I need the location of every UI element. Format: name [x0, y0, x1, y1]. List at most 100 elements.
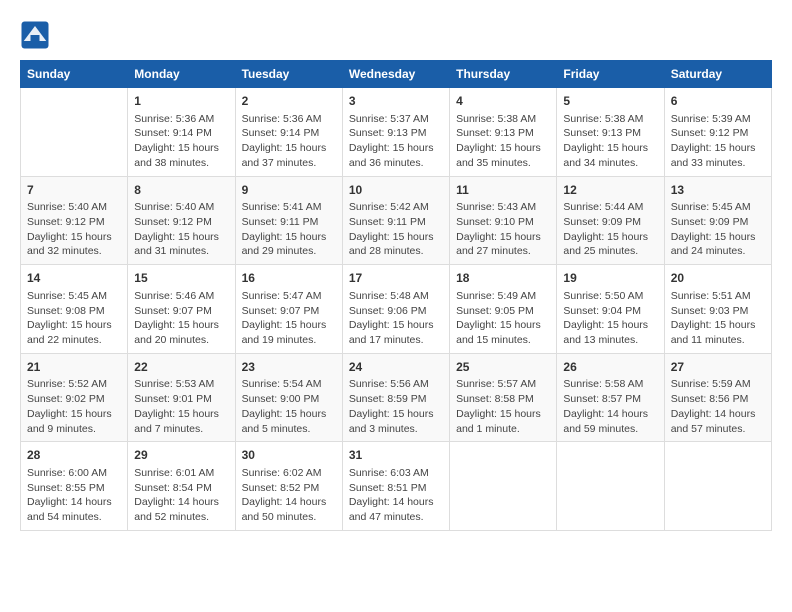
cell-content: Sunrise: 5:45 AM Sunset: 9:09 PM Dayligh… [671, 200, 765, 259]
calendar-cell: 29 Sunrise: 6:01 AM Sunset: 8:54 PM Dayli… [128, 442, 235, 531]
calendar-table: SundayMondayTuesdayWednesdayThursdayFrid… [20, 60, 772, 531]
logo [20, 20, 54, 50]
cell-content: Sunrise: 5:54 AM Sunset: 9:00 PM Dayligh… [242, 377, 336, 436]
day-number: 3 [349, 93, 443, 110]
calendar-cell: 30Sunrise: 6:02 AM Sunset: 8:52 PM Dayli… [235, 442, 342, 531]
day-number: 30 [242, 447, 336, 464]
cell-content: Sunrise: 5:38 AM Sunset: 9:13 PM Dayligh… [563, 112, 657, 171]
day-number: 16 [242, 270, 336, 287]
cell-content: Sunrise: 5:41 AM Sunset: 9:11 PM Dayligh… [242, 200, 336, 259]
cell-content: Sunrise: 5:50 AM Sunset: 9:04 PM Dayligh… [563, 289, 657, 348]
calendar-cell [21, 88, 128, 177]
day-number: 21 [27, 359, 121, 376]
day-number: 26 [563, 359, 657, 376]
calendar-cell: 27Sunrise: 5:59 AM Sunset: 8:56 PM Dayli… [664, 353, 771, 442]
calendar-cell: 18 Sunrise: 5:49 AM Sunset: 9:05 PM Dayli… [450, 265, 557, 354]
column-header-thursday: Thursday [450, 61, 557, 88]
day-number: 29 [134, 447, 228, 464]
day-number: 4 [456, 93, 550, 110]
cell-content: Sunrise: 5:52 AM Sunset: 9:02 PM Dayligh… [27, 377, 121, 436]
calendar-cell: 26Sunrise: 5:58 AM Sunset: 8:57 PM Dayli… [557, 353, 664, 442]
day-number: 7 [27, 182, 121, 199]
day-number: 11 [456, 182, 550, 199]
cell-content: Sunrise: 6:03 AM Sunset: 8:51 PM Dayligh… [349, 466, 443, 525]
cell-content: Sunrise: 6:00 AM Sunset: 8:55 PM Dayligh… [27, 466, 121, 525]
calendar-cell: 23Sunrise: 5:54 AM Sunset: 9:00 PM Dayli… [235, 353, 342, 442]
day-number: 13 [671, 182, 765, 199]
cell-content: Sunrise: 5:51 AM Sunset: 9:03 PM Dayligh… [671, 289, 765, 348]
column-header-friday: Friday [557, 61, 664, 88]
calendar-week-row: 14 Sunrise: 5:45 AM Sunset: 9:08 PM Dayli… [21, 265, 772, 354]
day-number: 1 [134, 93, 228, 110]
cell-content: Sunrise: 5:38 AM Sunset: 9:13 PM Dayligh… [456, 112, 550, 171]
calendar-week-row: 1 Sunrise: 5:36 AM Sunset: 9:14 PM Daylig… [21, 88, 772, 177]
calendar-week-row: 7Sunrise: 5:40 AM Sunset: 9:12 PM Daylig… [21, 176, 772, 265]
calendar-cell: 19Sunrise: 5:50 AM Sunset: 9:04 PM Dayli… [557, 265, 664, 354]
calendar-cell: 20Sunrise: 5:51 AM Sunset: 9:03 PM Dayli… [664, 265, 771, 354]
day-number: 8 [134, 182, 228, 199]
day-number: 6 [671, 93, 765, 110]
cell-content: Sunrise: 5:46 AM Sunset: 9:07 PM Dayligh… [134, 289, 228, 348]
day-number: 28 [27, 447, 121, 464]
day-number: 10 [349, 182, 443, 199]
column-header-sunday: Sunday [21, 61, 128, 88]
column-header-wednesday: Wednesday [342, 61, 449, 88]
cell-content: Sunrise: 5:45 AM Sunset: 9:08 PM Dayligh… [27, 289, 121, 348]
calendar-cell [664, 442, 771, 531]
cell-content: Sunrise: 5:47 AM Sunset: 9:07 PM Dayligh… [242, 289, 336, 348]
cell-content: Sunrise: 6:01 AM Sunset: 8:54 PM Dayligh… [134, 466, 228, 525]
calendar-cell: 31 Sunrise: 6:03 AM Sunset: 8:51 PM Dayli… [342, 442, 449, 531]
calendar-cell: 8Sunrise: 5:40 AM Sunset: 9:12 PM Daylig… [128, 176, 235, 265]
calendar-cell: 1Sunrise: 5:36 AM Sunset: 9:14 PM Daylig… [128, 88, 235, 177]
calendar-cell: 16 Sunrise: 5:47 AM Sunset: 9:07 PM Dayli… [235, 265, 342, 354]
day-number: 25 [456, 359, 550, 376]
calendar-cell: 11Sunrise: 5:43 AM Sunset: 9:10 PM Dayli… [450, 176, 557, 265]
day-number: 5 [563, 93, 657, 110]
cell-content: Sunrise: 5:36 AM Sunset: 9:14 PM Dayligh… [242, 112, 336, 171]
cell-content: Sunrise: 5:37 AM Sunset: 9:13 PM Dayligh… [349, 112, 443, 171]
cell-content: Sunrise: 5:44 AM Sunset: 9:09 PM Dayligh… [563, 200, 657, 259]
calendar-cell: 24Sunrise: 5:56 AM Sunset: 8:59 PM Dayli… [342, 353, 449, 442]
calendar-cell: 25Sunrise: 5:57 AM Sunset: 8:58 PM Dayli… [450, 353, 557, 442]
column-header-saturday: Saturday [664, 61, 771, 88]
day-number: 14 [27, 270, 121, 287]
calendar-week-row: 28 Sunrise: 6:00 AM Sunset: 8:55 PM Dayli… [21, 442, 772, 531]
calendar-cell: 10Sunrise: 5:42 AM Sunset: 9:11 PM Dayli… [342, 176, 449, 265]
cell-content: Sunrise: 5:56 AM Sunset: 8:59 PM Dayligh… [349, 377, 443, 436]
calendar-cell: 6 Sunrise: 5:39 AM Sunset: 9:12 PM Daylig… [664, 88, 771, 177]
cell-content: Sunrise: 5:49 AM Sunset: 9:05 PM Dayligh… [456, 289, 550, 348]
calendar-header-row: SundayMondayTuesdayWednesdayThursdayFrid… [21, 61, 772, 88]
cell-content: Sunrise: 5:43 AM Sunset: 9:10 PM Dayligh… [456, 200, 550, 259]
cell-content: Sunrise: 5:42 AM Sunset: 9:11 PM Dayligh… [349, 200, 443, 259]
cell-content: Sunrise: 5:39 AM Sunset: 9:12 PM Dayligh… [671, 112, 765, 171]
day-number: 2 [242, 93, 336, 110]
day-number: 12 [563, 182, 657, 199]
calendar-cell: 2 Sunrise: 5:36 AM Sunset: 9:14 PM Daylig… [235, 88, 342, 177]
calendar-cell: 13Sunrise: 5:45 AM Sunset: 9:09 PM Dayli… [664, 176, 771, 265]
cell-content: Sunrise: 5:40 AM Sunset: 9:12 PM Dayligh… [134, 200, 228, 259]
cell-content: Sunrise: 5:48 AM Sunset: 9:06 PM Dayligh… [349, 289, 443, 348]
cell-content: Sunrise: 5:59 AM Sunset: 8:56 PM Dayligh… [671, 377, 765, 436]
cell-content: Sunrise: 5:58 AM Sunset: 8:57 PM Dayligh… [563, 377, 657, 436]
calendar-cell [557, 442, 664, 531]
day-number: 15 [134, 270, 228, 287]
logo-icon [20, 20, 50, 50]
calendar-cell: 3 Sunrise: 5:37 AM Sunset: 9:13 PM Daylig… [342, 88, 449, 177]
day-number: 23 [242, 359, 336, 376]
day-number: 24 [349, 359, 443, 376]
day-number: 9 [242, 182, 336, 199]
calendar-cell: 5 Sunrise: 5:38 AM Sunset: 9:13 PM Daylig… [557, 88, 664, 177]
calendar-cell: 17Sunrise: 5:48 AM Sunset: 9:06 PM Dayli… [342, 265, 449, 354]
day-number: 22 [134, 359, 228, 376]
day-number: 31 [349, 447, 443, 464]
calendar-cell: 12Sunrise: 5:44 AM Sunset: 9:09 PM Dayli… [557, 176, 664, 265]
day-number: 18 [456, 270, 550, 287]
calendar-cell: 15 Sunrise: 5:46 AM Sunset: 9:07 PM Dayli… [128, 265, 235, 354]
page-header [20, 20, 772, 50]
cell-content: Sunrise: 5:40 AM Sunset: 9:12 PM Dayligh… [27, 200, 121, 259]
calendar-cell: 9Sunrise: 5:41 AM Sunset: 9:11 PM Daylig… [235, 176, 342, 265]
calendar-cell: 22Sunrise: 5:53 AM Sunset: 9:01 PM Dayli… [128, 353, 235, 442]
calendar-cell [450, 442, 557, 531]
calendar-cell: 14 Sunrise: 5:45 AM Sunset: 9:08 PM Dayli… [21, 265, 128, 354]
cell-content: Sunrise: 5:53 AM Sunset: 9:01 PM Dayligh… [134, 377, 228, 436]
